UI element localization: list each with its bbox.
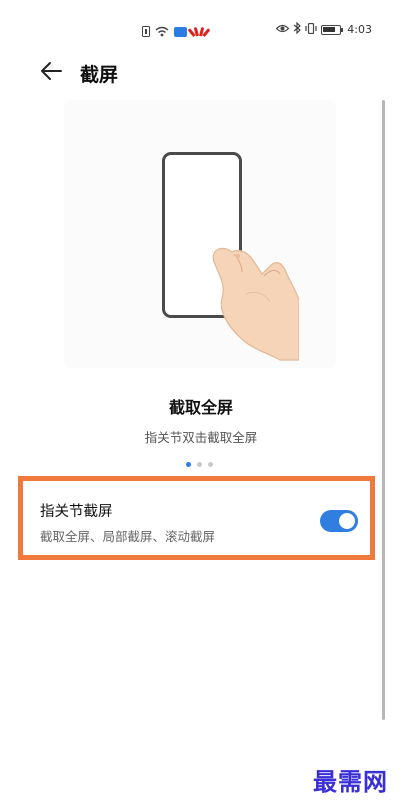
huawei-logo-icon [187, 26, 211, 37]
knuckle-screenshot-toggle[interactable] [320, 510, 358, 532]
back-arrow-icon [39, 61, 63, 85]
battery-icon [321, 24, 344, 35]
gesture-illustration[interactable] [64, 100, 336, 368]
cloud-app-icon [174, 26, 187, 37]
wifi-icon [155, 22, 169, 41]
back-button[interactable] [36, 58, 66, 88]
eye-comfort-icon [275, 23, 290, 36]
knuckle-hand-icon [204, 236, 300, 365]
pager-dot-3[interactable] [208, 462, 213, 467]
sim-card-icon [142, 26, 150, 37]
setting-title: 指关节截屏 [40, 504, 113, 520]
vibrate-icon [305, 22, 317, 37]
status-bar: 4:03 [0, 0, 402, 40]
status-right-icons: 4:03 [275, 21, 372, 37]
page-title: 截屏 [80, 64, 119, 86]
pager-dot-1[interactable] [186, 462, 191, 467]
feature-description: 指关节双击截取全屏 [144, 430, 258, 445]
setting-subtitle: 截取全屏、局部截屏、滚动截屏 [40, 529, 216, 544]
feature-title: 截取全屏 [168, 398, 233, 417]
toggle-knob [339, 513, 355, 529]
header: 截屏 [0, 58, 402, 88]
pager-dot-2[interactable] [197, 462, 202, 467]
bluetooth-icon [293, 21, 302, 37]
status-time: 4:03 [347, 23, 372, 36]
knuckle-screenshot-setting[interactable]: 指关节截屏 截取全屏、局部截屏、滚动截屏 [23, 481, 370, 555]
watermark-text: 最需网 [313, 767, 388, 796]
carousel-pager[interactable] [186, 462, 213, 467]
status-left-icons [142, 22, 211, 41]
